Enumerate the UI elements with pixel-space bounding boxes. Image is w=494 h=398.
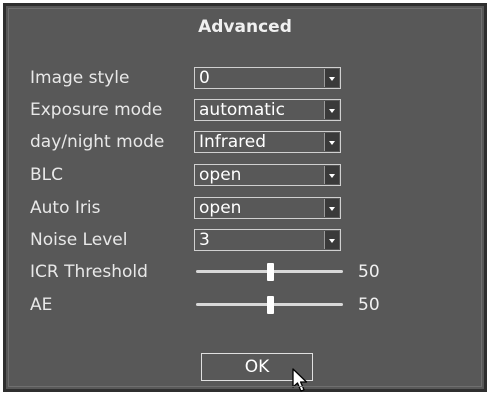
exposure-mode-value: automatic <box>199 100 285 120</box>
blc-value: open <box>199 165 242 185</box>
exposure-mode-label: Exposure mode <box>30 100 163 120</box>
mouse-pointer-icon <box>292 368 308 392</box>
slider-thumb[interactable] <box>266 263 274 281</box>
icr-threshold-value: 50 <box>358 262 380 282</box>
dialog-title: Advanced <box>198 17 292 37</box>
image-style-select[interactable]: 0 <box>194 67 341 89</box>
chevron-down-icon[interactable] <box>324 101 339 119</box>
day-night-mode-value: Infrared <box>199 132 267 152</box>
image-style-value: 0 <box>199 68 210 88</box>
chevron-down-icon[interactable] <box>324 231 339 249</box>
noise-level-label: Noise Level <box>30 230 128 250</box>
ae-label: AE <box>30 295 53 315</box>
ae-value: 50 <box>358 295 380 315</box>
chevron-down-icon[interactable] <box>324 133 339 151</box>
ae-slider[interactable] <box>196 296 343 314</box>
chevron-down-icon[interactable] <box>324 166 339 184</box>
auto-iris-value: open <box>199 198 242 218</box>
chevron-down-icon[interactable] <box>324 199 339 217</box>
blc-label: BLC <box>30 165 64 185</box>
day-night-mode-label: day/night mode <box>30 132 165 152</box>
icr-threshold-label: ICR Threshold <box>30 262 148 282</box>
exposure-mode-select[interactable]: automatic <box>194 99 341 121</box>
noise-level-value: 3 <box>199 230 210 250</box>
blc-select[interactable]: open <box>194 164 341 186</box>
noise-level-select[interactable]: 3 <box>194 229 341 251</box>
slider-thumb[interactable] <box>266 296 274 314</box>
icr-threshold-slider[interactable] <box>196 263 343 281</box>
auto-iris-select[interactable]: open <box>194 197 341 219</box>
chevron-down-icon[interactable] <box>324 69 339 87</box>
auto-iris-label: Auto Iris <box>30 198 101 218</box>
day-night-mode-select[interactable]: Infrared <box>194 131 341 153</box>
image-style-label: Image style <box>30 68 130 88</box>
advanced-dialog: Advanced Image style 0 Exposure mode aut… <box>3 3 487 392</box>
